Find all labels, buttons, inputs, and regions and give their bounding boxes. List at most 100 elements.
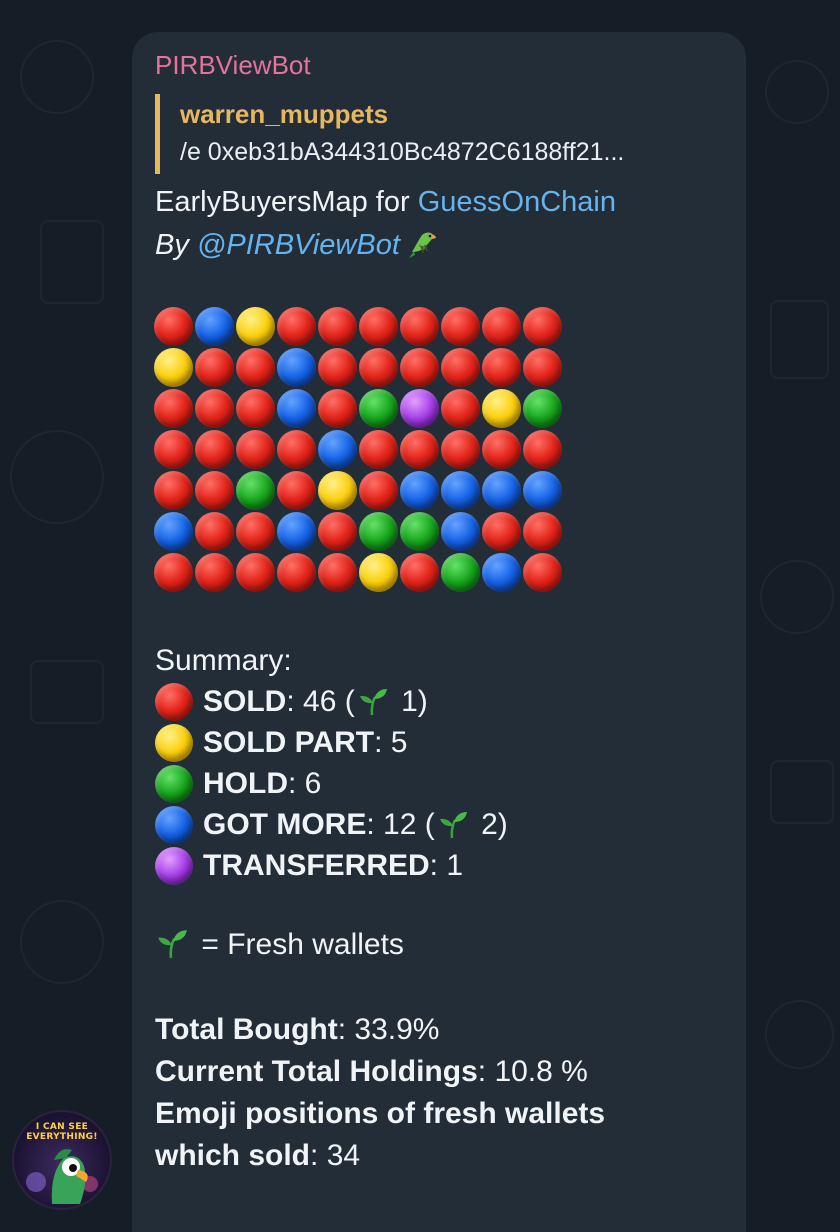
red-circle-icon bbox=[441, 348, 480, 387]
red-circle-icon bbox=[277, 553, 316, 592]
red-circle-icon bbox=[441, 389, 480, 428]
red-circle-icon bbox=[523, 430, 562, 469]
blue-circle-icon bbox=[277, 389, 316, 428]
green-circle-icon bbox=[523, 389, 562, 428]
red-circle-icon bbox=[236, 553, 275, 592]
red-circle-icon bbox=[195, 389, 234, 428]
blue-circle-icon bbox=[482, 553, 521, 592]
green-circle-icon bbox=[400, 512, 439, 551]
green-circle-icon bbox=[236, 471, 275, 510]
red-circle-icon bbox=[154, 471, 193, 510]
byline-prefix: By bbox=[155, 229, 197, 261]
red-circle-icon bbox=[236, 512, 275, 551]
summary-item-value: 1 bbox=[446, 849, 464, 882]
summary-item-label: SOLD PART bbox=[203, 726, 375, 759]
red-circle-icon bbox=[482, 307, 521, 346]
red-circle-icon bbox=[277, 307, 316, 346]
stats-section: Total Bought: 33.9% Current Total Holdin… bbox=[155, 1009, 715, 1177]
yellow-circle-icon bbox=[318, 471, 357, 510]
red-circle-icon bbox=[195, 512, 234, 551]
red-circle-icon bbox=[318, 512, 357, 551]
blue-circle-icon bbox=[195, 307, 234, 346]
red-circle-icon bbox=[195, 553, 234, 592]
yellow-circle-icon bbox=[359, 553, 398, 592]
wallpaper-doodle bbox=[760, 560, 834, 634]
total-bought-row: Total Bought: 33.9% bbox=[155, 1013, 440, 1046]
red-circle-icon bbox=[441, 430, 480, 469]
blue-circle-icon bbox=[441, 471, 480, 510]
red-circle-icon bbox=[195, 471, 234, 510]
green-circle-icon bbox=[359, 389, 398, 428]
red-circle-icon bbox=[277, 471, 316, 510]
green-circle-icon bbox=[441, 553, 480, 592]
red-circle-icon bbox=[400, 553, 439, 592]
summary-item-label: GOT MORE bbox=[203, 808, 367, 841]
red-circle-icon bbox=[236, 430, 275, 469]
yellow-circle-icon bbox=[155, 723, 193, 762]
blue-circle-icon bbox=[523, 471, 562, 510]
summary-heading: Summary: bbox=[155, 644, 292, 677]
holdings-value: 10.8 % bbox=[494, 1055, 588, 1088]
seedling-icon bbox=[359, 689, 387, 716]
summary-item: HOLD: 6 bbox=[155, 763, 508, 804]
red-circle-icon bbox=[400, 430, 439, 469]
red-circle-icon bbox=[236, 389, 275, 428]
parrot-avatar-icon bbox=[26, 1149, 98, 1204]
reply-username: warren_muppets bbox=[180, 99, 389, 129]
summary-item-fresh: ( 2) bbox=[416, 808, 508, 841]
red-circle-icon bbox=[318, 348, 357, 387]
holdings-row: Current Total Holdings: 10.8 % bbox=[155, 1055, 588, 1088]
red-circle-icon bbox=[195, 348, 234, 387]
wallpaper-doodle bbox=[30, 660, 104, 724]
parrot-icon bbox=[408, 232, 436, 258]
green-circle-icon bbox=[155, 764, 193, 803]
wallpaper-doodle bbox=[10, 430, 104, 524]
blue-circle-icon bbox=[482, 471, 521, 510]
fresh-legend: = Fresh wallets bbox=[155, 926, 404, 962]
summary-item: SOLD PART: 5 bbox=[155, 722, 508, 763]
blue-circle-icon bbox=[155, 805, 193, 844]
fresh-count: 1 bbox=[401, 685, 418, 718]
wallpaper-doodle bbox=[765, 60, 829, 124]
token-link[interactable]: GuessOnChain bbox=[418, 186, 616, 218]
wallpaper-doodle bbox=[765, 1000, 834, 1069]
blue-circle-icon bbox=[277, 512, 316, 551]
blue-circle-icon bbox=[318, 430, 357, 469]
blue-circle-icon bbox=[400, 471, 439, 510]
summary-item-label: TRANSFERRED bbox=[203, 849, 430, 882]
red-circle-icon bbox=[523, 512, 562, 551]
red-circle-icon bbox=[482, 348, 521, 387]
message-title: EarlyBuyersMap for GuessOnChain bbox=[155, 186, 616, 219]
fresh-positions-value: 34 bbox=[326, 1139, 361, 1172]
red-circle-icon bbox=[359, 430, 398, 469]
red-circle-icon bbox=[154, 430, 193, 469]
total-bought-label: Total Bought bbox=[155, 1013, 338, 1046]
red-circle-icon bbox=[277, 430, 316, 469]
summary-item-value: 46 bbox=[303, 685, 337, 718]
red-circle-icon bbox=[523, 553, 562, 592]
message-byline: By @PIRBViewBot bbox=[155, 226, 440, 262]
bot-mention-link[interactable]: @PIRBViewBot bbox=[197, 229, 400, 261]
sender-name[interactable]: PIRBViewBot bbox=[155, 50, 311, 81]
avatar[interactable]: I CAN SEE EVERYTHING! bbox=[12, 1110, 112, 1210]
wallpaper-doodle bbox=[770, 760, 834, 824]
wallpaper-doodle bbox=[20, 900, 104, 984]
purple-circle-icon bbox=[155, 846, 193, 885]
reply-quote[interactable]: warren_muppets /e 0xeb31bA344310Bc4872C6… bbox=[155, 94, 715, 174]
fresh-positions-label: Emoji positions of fresh wallets bbox=[155, 1097, 606, 1130]
wallpaper-doodle bbox=[40, 220, 104, 304]
red-circle-icon bbox=[154, 389, 193, 428]
red-circle-icon bbox=[359, 471, 398, 510]
summary-section: Summary: SOLD: 46 ( 1) SOLD PART: 5 HOLD: … bbox=[155, 640, 508, 886]
seedling-icon bbox=[439, 812, 467, 839]
red-circle-icon bbox=[154, 553, 193, 592]
yellow-circle-icon bbox=[482, 389, 521, 428]
summary-item-value: 5 bbox=[390, 726, 408, 759]
wallpaper-doodle bbox=[770, 300, 829, 379]
fresh-positions-row: which sold: 34 bbox=[155, 1139, 361, 1172]
seedling-icon bbox=[158, 930, 187, 959]
red-circle-icon bbox=[318, 389, 357, 428]
holdings-label: Current Total Holdings bbox=[155, 1055, 478, 1088]
green-circle-icon bbox=[359, 512, 398, 551]
red-circle-icon bbox=[155, 682, 193, 721]
